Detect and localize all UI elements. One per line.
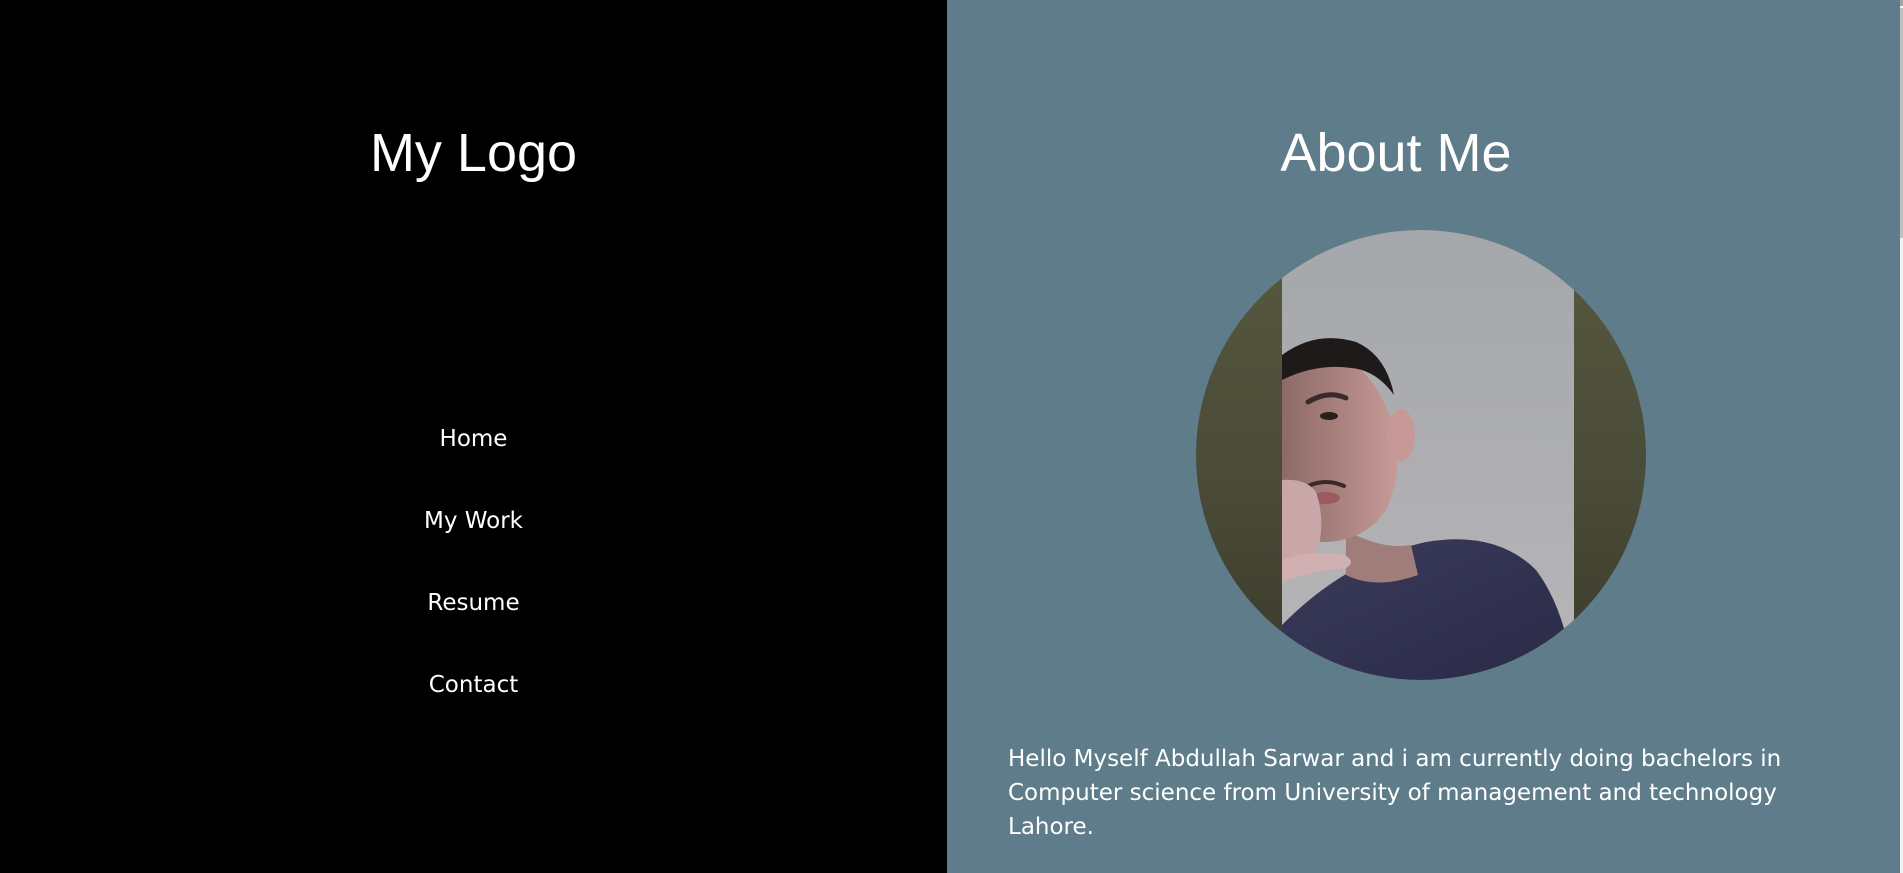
page: My Logo Home My Work Resume Contact Abou… (0, 0, 1903, 873)
nav-link-home[interactable]: Home (432, 415, 516, 463)
profile-photo (1196, 230, 1646, 680)
nav-link-resume[interactable]: Resume (419, 579, 527, 627)
bio-text: Hello Myself Abdullah Sarwar and i am cu… (1008, 746, 1782, 840)
nav-link-my-work[interactable]: My Work (416, 497, 531, 545)
profile-photo-illustration (1282, 230, 1574, 680)
nav-item-resume: Resume (0, 579, 947, 661)
nav-link-contact[interactable]: Contact (421, 661, 526, 709)
nav-item-contact: Contact (0, 661, 947, 743)
sidebar: My Logo Home My Work Resume Contact (0, 0, 947, 873)
nav-menu: Home My Work Resume Contact (0, 415, 947, 743)
nav-item-my-work: My Work (0, 497, 947, 579)
logo[interactable]: My Logo (0, 118, 947, 188)
nav-item-home: Home (0, 415, 947, 497)
about-title: About Me (1280, 123, 1512, 183)
about-section: About Me Hello Myself Abdullah Sarwar an… (947, 0, 1900, 873)
